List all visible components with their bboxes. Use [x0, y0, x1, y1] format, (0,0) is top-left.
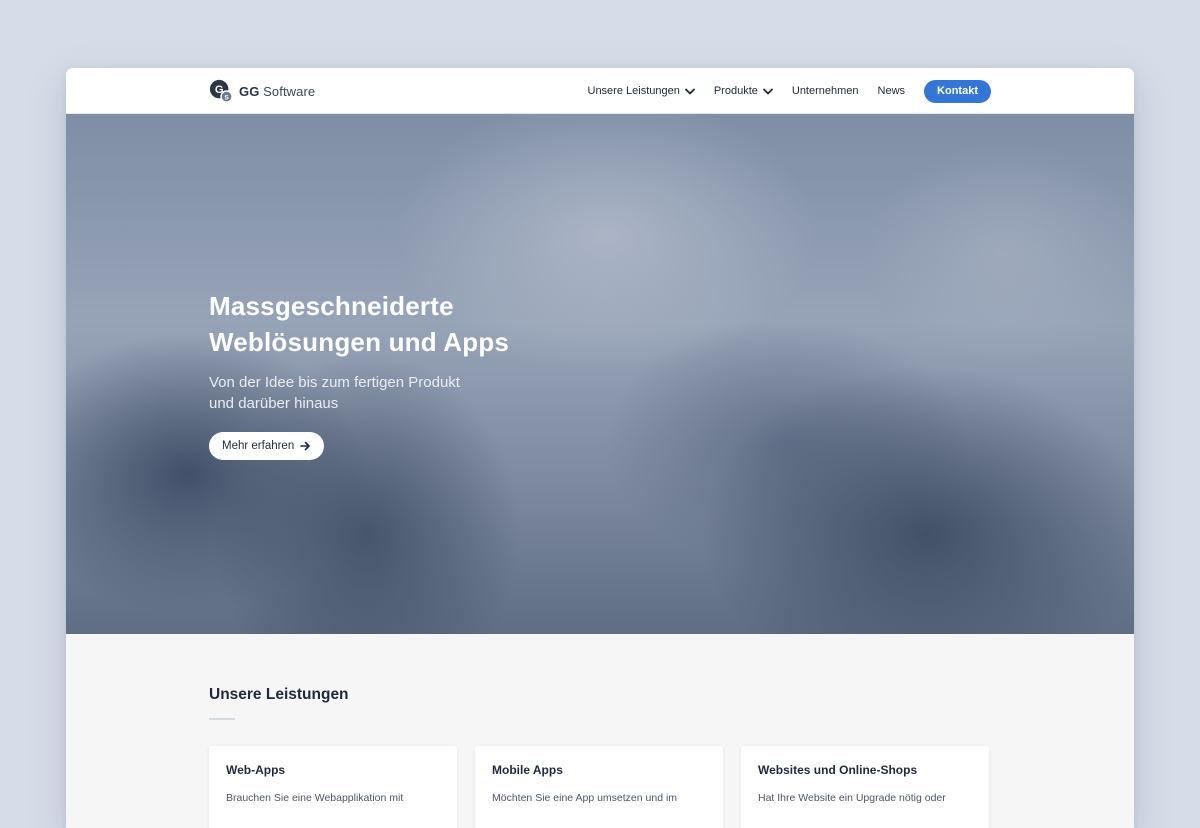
card-title: Web-Apps [226, 763, 286, 777]
logo-badge-letter: S [224, 94, 229, 101]
hero-subtitle: Von der Idee bis zum fertigen Produkt un… [209, 372, 549, 414]
hero-subtitle-line-2: und darüber hinaus [209, 395, 339, 412]
chevron-down-icon [684, 88, 695, 94]
brand-name-bold: GG [239, 83, 260, 99]
hero-button-label: Mehr erfahren [222, 440, 295, 452]
site-logo[interactable]: G S GG Software [209, 79, 315, 103]
card-text: Möchten Sie eine App umsetzen und im [492, 792, 678, 804]
card-title: Mobile Apps [492, 763, 563, 777]
logo-mark-icon: G S [209, 79, 233, 103]
brand-name-light: Software [263, 83, 316, 99]
nav-item-unternehmen[interactable]: Unternehmen [792, 85, 859, 97]
section-divider [209, 718, 235, 720]
brand-name: GG Software [239, 84, 315, 99]
nav-item-label: Unternehmen [791, 85, 859, 97]
service-card-mobile-apps[interactable]: Mobile Apps Möchten Sie eine App umsetze… [475, 746, 723, 828]
nav-item-label: News [877, 85, 906, 97]
services-cards: Web-Apps Brauchen Sie eine Webapplikatio… [209, 746, 989, 828]
site-header: G S GG Software Unsere Leistungen Produk… [66, 68, 1134, 114]
kontakt-button[interactable]: Kontakt [924, 79, 991, 103]
nav-item-produkte[interactable]: Produkte [714, 85, 773, 97]
card-title: Websites und Online-Shops [758, 763, 918, 777]
arrow-right-icon [300, 441, 311, 451]
main-nav: Unsere Leistungen Produkte Unternehmen N… [588, 79, 991, 103]
card-text: Hat Ihre Website ein Upgrade nötig oder [758, 792, 946, 804]
nav-item-label: Unsere Leistungen [587, 85, 680, 97]
hero-section: Massgeschneiderte Weblösungen und Apps V… [66, 114, 1134, 634]
nav-item-label: Produkte [713, 85, 758, 97]
service-card-web-apps[interactable]: Web-Apps Brauchen Sie eine Webapplikatio… [209, 746, 457, 828]
hero-title-line-2: Weblösungen und Apps [209, 327, 510, 357]
nav-item-news[interactable]: News [878, 85, 906, 97]
service-card-websites-online-shops[interactable]: Websites und Online-Shops Hat Ihre Websi… [741, 746, 989, 828]
mehr-erfahren-button[interactable]: Mehr erfahren [209, 432, 325, 460]
browser-window: G S GG Software Unsere Leistungen Produk… [66, 68, 1134, 828]
chevron-down-icon [762, 88, 773, 94]
hero-subtitle-line-1: Von der Idee bis zum fertigen Produkt [209, 374, 460, 391]
hero-title: Massgeschneiderte Weblösungen und Apps [209, 288, 629, 360]
services-heading: Unsere Leistungen [209, 686, 349, 703]
nav-item-unsere-leistungen[interactable]: Unsere Leistungen [588, 85, 695, 97]
card-text: Brauchen Sie eine Webapplikation mit [226, 792, 404, 804]
hero-title-line-1: Massgeschneiderte [209, 291, 454, 321]
